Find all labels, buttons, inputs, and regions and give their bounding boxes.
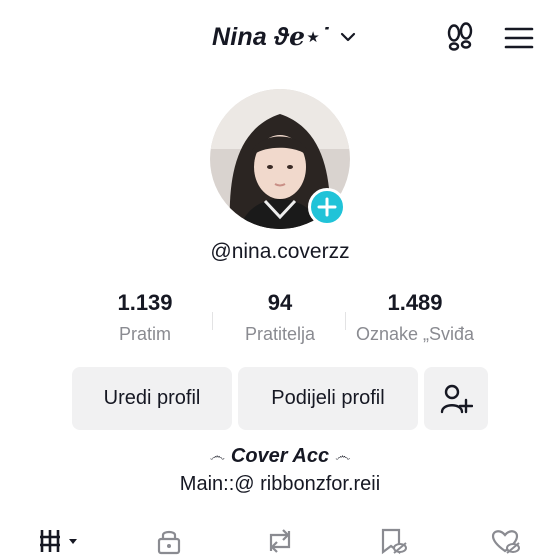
- stat-value: 1.489: [387, 290, 443, 315]
- bio-symbol-right: ෴: [335, 447, 351, 465]
- repost-icon: [269, 529, 291, 553]
- stat-label: Pratim: [118, 324, 171, 344]
- plus-icon: [317, 197, 337, 217]
- bio-symbol-left: ෴: [209, 447, 225, 465]
- grid-icon: [40, 530, 77, 552]
- profile-tabs: [0, 520, 560, 560]
- footprint-icon[interactable]: [443, 21, 477, 55]
- stat-following[interactable]: 1.139 Pratim: [95, 290, 195, 345]
- account-switcher[interactable]: Nina ϑℯ⋆˙: [212, 22, 358, 52]
- tab-videos[interactable]: [38, 526, 84, 556]
- stat-divider: [212, 312, 213, 330]
- bio-title: ෴ Cover Acc ෴: [0, 445, 560, 468]
- edit-profile-button[interactable]: Uredi profil: [72, 367, 232, 430]
- stat-followers[interactable]: 94 Pratitelja: [230, 290, 330, 345]
- tab-saved[interactable]: [377, 526, 409, 556]
- bio-title-text: Cover Acc: [230, 445, 330, 467]
- stat-label: Pratitelja: [244, 324, 316, 344]
- add-avatar-button[interactable]: [308, 188, 346, 226]
- add-friend-button[interactable]: [424, 367, 488, 430]
- profile-handle: @nina.coverzz: [210, 240, 350, 263]
- stat-value: 94: [267, 290, 293, 315]
- tab-reposts[interactable]: [264, 526, 296, 556]
- stat-divider: [345, 312, 346, 330]
- liked-icon: [491, 530, 520, 554]
- saved-icon: [381, 528, 407, 555]
- share-profile-button[interactable]: Podijeli profil: [238, 367, 418, 430]
- tab-liked[interactable]: [490, 526, 522, 556]
- top-bar: Nina ϑℯ⋆˙: [0, 0, 560, 76]
- profile-username: Nina ϑℯ⋆˙: [212, 23, 330, 51]
- menu-icon[interactable]: [502, 21, 536, 55]
- profile-stats: 1.139 Pratim 94 Pratitelja 1.489 Oznake …: [0, 290, 560, 350]
- stat-label: Oznake „Sviđa: [355, 324, 475, 344]
- chevron-down-icon: [338, 27, 358, 47]
- add-user-icon: [440, 384, 473, 413]
- tab-private[interactable]: [154, 526, 184, 556]
- bio-line: Main::@ ribbonzfor.reii: [179, 473, 381, 495]
- lock-icon: [157, 530, 181, 555]
- stat-likes[interactable]: 1.489 Oznake „Sviđa: [345, 290, 485, 345]
- stat-value: 1.139: [117, 290, 173, 315]
- avatar-container[interactable]: [210, 89, 350, 229]
